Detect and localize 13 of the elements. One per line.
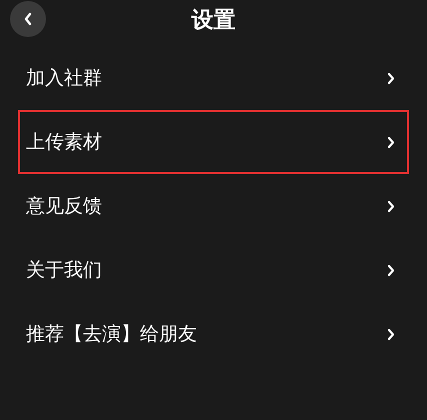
settings-item[interactable]: 加入社群	[18, 46, 409, 110]
settings-item[interactable]: 意见反馈	[18, 174, 409, 238]
chevron-right-icon	[387, 72, 395, 84]
settings-item[interactable]: 上传素材	[18, 110, 409, 174]
settings-item[interactable]: 关于我们	[18, 238, 409, 302]
page-title: 设置	[192, 6, 236, 34]
settings-item[interactable]: 推荐【去演】给朋友	[18, 302, 409, 366]
back-icon	[23, 12, 33, 26]
chevron-right-icon	[387, 136, 395, 148]
chevron-right-icon	[387, 328, 395, 340]
chevron-right-icon	[387, 200, 395, 212]
back-button[interactable]	[10, 1, 46, 37]
chevron-right-icon	[387, 264, 395, 276]
